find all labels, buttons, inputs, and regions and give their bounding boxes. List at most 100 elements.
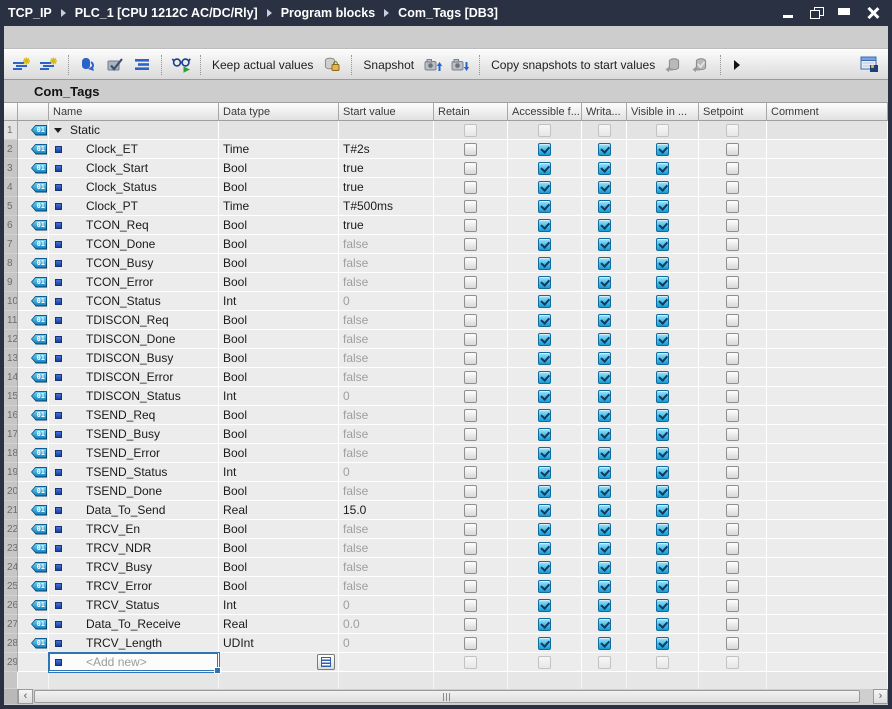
visible-in-hmi-checkbox[interactable] xyxy=(656,656,669,669)
accessible-from-hmi-checkbox[interactable] xyxy=(538,333,551,346)
maximize-icon[interactable] xyxy=(838,7,852,19)
table-row[interactable]: 14 TDISCON_Error Bool false xyxy=(4,368,888,387)
table-row[interactable]: 9 TCON_Error Bool false xyxy=(4,273,888,292)
table-row[interactable]: 5 Clock_PT Time T#500ms xyxy=(4,197,888,216)
accessible-from-hmi-checkbox[interactable] xyxy=(538,409,551,422)
header-writable[interactable]: Writa... xyxy=(582,102,627,121)
setpoint-checkbox[interactable] xyxy=(726,447,739,460)
setpoint-checkbox[interactable] xyxy=(726,257,739,270)
start-value-cell[interactable]: false xyxy=(339,444,434,463)
comment-cell[interactable] xyxy=(767,349,888,368)
scrollbar-thumb[interactable] xyxy=(34,690,860,703)
visible-in-hmi-checkbox[interactable] xyxy=(656,295,669,308)
table-row[interactable]: 24 TRCV_Busy Bool false xyxy=(4,558,888,577)
comment-cell[interactable] xyxy=(767,577,888,596)
name-cell[interactable]: TDISCON_Status xyxy=(49,387,219,406)
visible-in-hmi-checkbox[interactable] xyxy=(656,181,669,194)
table-row[interactable]: 19 TSEND_Status Int 0 xyxy=(4,463,888,482)
start-value-cell[interactable]: 0 xyxy=(339,463,434,482)
table-row[interactable]: 2 Clock_ET Time T#2s xyxy=(4,140,888,159)
comment-cell[interactable] xyxy=(767,634,888,653)
breadcrumb-plc[interactable]: PLC_1 [CPU 1212C AC/DC/Rly] xyxy=(75,6,258,20)
retain-checkbox[interactable] xyxy=(464,504,477,517)
visible-in-hmi-checkbox[interactable] xyxy=(656,428,669,441)
table-row[interactable]: 1 Static xyxy=(4,121,888,140)
retain-checkbox[interactable] xyxy=(464,599,477,612)
header-data-type[interactable]: Data type xyxy=(219,102,339,121)
writable-from-hmi-checkbox[interactable] xyxy=(598,314,611,327)
comment-cell[interactable] xyxy=(767,482,888,501)
visible-in-hmi-checkbox[interactable] xyxy=(656,333,669,346)
row-number[interactable]: 29 xyxy=(4,653,18,672)
data-type-cell[interactable]: UDInt xyxy=(219,634,339,653)
accessible-from-hmi-checkbox[interactable] xyxy=(538,238,551,251)
accessible-from-hmi-checkbox[interactable] xyxy=(538,390,551,403)
start-value-cell[interactable]: false xyxy=(339,520,434,539)
row-number[interactable]: 28 xyxy=(4,634,18,653)
visible-in-hmi-checkbox[interactable] xyxy=(656,599,669,612)
data-type-cell[interactable]: Int xyxy=(219,292,339,311)
collapse-arrow-icon[interactable] xyxy=(54,128,62,133)
table-row[interactable]: 13 TDISCON_Busy Bool false xyxy=(4,349,888,368)
accessible-from-hmi-checkbox[interactable] xyxy=(538,181,551,194)
visible-in-hmi-checkbox[interactable] xyxy=(656,257,669,270)
name-cell[interactable]: TSEND_Done xyxy=(49,482,219,501)
start-value-cell[interactable]: true xyxy=(339,159,434,178)
data-type-cell[interactable]: Bool xyxy=(219,482,339,501)
name-cell[interactable]: Clock_Start xyxy=(49,159,219,178)
data-type-cell[interactable]: Bool xyxy=(219,577,339,596)
name-cell[interactable]: Data_To_Receive xyxy=(49,615,219,634)
scroll-left-button[interactable]: ‹ xyxy=(18,689,33,704)
name-cell[interactable]: TRCV_Error xyxy=(49,577,219,596)
retain-checkbox[interactable] xyxy=(464,314,477,327)
writable-from-hmi-checkbox[interactable] xyxy=(598,523,611,536)
comment-cell[interactable] xyxy=(767,197,888,216)
breadcrumb-block[interactable]: Com_Tags [DB3] xyxy=(398,6,498,20)
accessible-from-hmi-checkbox[interactable] xyxy=(538,295,551,308)
start-value-cell[interactable]: false xyxy=(339,482,434,501)
writable-from-hmi-checkbox[interactable] xyxy=(598,238,611,251)
data-type-cell[interactable]: Bool xyxy=(219,349,339,368)
setpoint-checkbox[interactable] xyxy=(726,656,739,669)
start-value-cell[interactable]: false xyxy=(339,349,434,368)
setpoint-checkbox[interactable] xyxy=(726,219,739,232)
table-row[interactable]: 10 TCON_Status Int 0 xyxy=(4,292,888,311)
accessible-from-hmi-checkbox[interactable] xyxy=(538,162,551,175)
writable-from-hmi-checkbox[interactable] xyxy=(598,333,611,346)
name-cell[interactable]: Static xyxy=(49,121,219,140)
start-value-cell[interactable]: 0.0 xyxy=(339,615,434,634)
setpoint-checkbox[interactable] xyxy=(726,124,739,137)
minimize-icon[interactable] xyxy=(782,7,796,19)
comment-cell[interactable] xyxy=(767,520,888,539)
retain-checkbox[interactable] xyxy=(464,390,477,403)
visible-in-hmi-checkbox[interactable] xyxy=(656,371,669,384)
row-number[interactable]: 16 xyxy=(4,406,18,425)
accessible-from-hmi-checkbox[interactable] xyxy=(538,447,551,460)
insert-row-button[interactable] xyxy=(10,53,34,77)
writable-from-hmi-checkbox[interactable] xyxy=(598,181,611,194)
name-cell[interactable]: TDISCON_Error xyxy=(49,368,219,387)
table-row[interactable]: 16 TSEND_Req Bool false xyxy=(4,406,888,425)
comment-cell[interactable] xyxy=(767,216,888,235)
name-cell[interactable]: TRCV_NDR xyxy=(49,539,219,558)
retain-checkbox[interactable] xyxy=(464,162,477,175)
table-row[interactable]: 6 TCON_Req Bool true xyxy=(4,216,888,235)
setpoint-checkbox[interactable] xyxy=(726,295,739,308)
setpoint-checkbox[interactable] xyxy=(726,618,739,631)
table-row[interactable]: 11 TDISCON_Req Bool false xyxy=(4,311,888,330)
visible-in-hmi-checkbox[interactable] xyxy=(656,523,669,536)
retain-checkbox[interactable] xyxy=(464,561,477,574)
start-value-cell[interactable]: false xyxy=(339,558,434,577)
writable-from-hmi-checkbox[interactable] xyxy=(598,618,611,631)
name-cell[interactable]: Data_To_Send xyxy=(49,501,219,520)
setpoint-checkbox[interactable] xyxy=(726,561,739,574)
data-type-cell[interactable]: Bool xyxy=(219,178,339,197)
writable-from-hmi-checkbox[interactable] xyxy=(598,428,611,441)
start-value-cell[interactable]: false xyxy=(339,539,434,558)
comment-cell[interactable] xyxy=(767,140,888,159)
close-icon[interactable] xyxy=(866,7,880,19)
copy-snapshot-to-start-button[interactable] xyxy=(662,53,686,77)
name-cell[interactable]: Clock_Status xyxy=(49,178,219,197)
table-row[interactable]: 25 TRCV_Error Bool false xyxy=(4,577,888,596)
setpoint-checkbox[interactable] xyxy=(726,466,739,479)
